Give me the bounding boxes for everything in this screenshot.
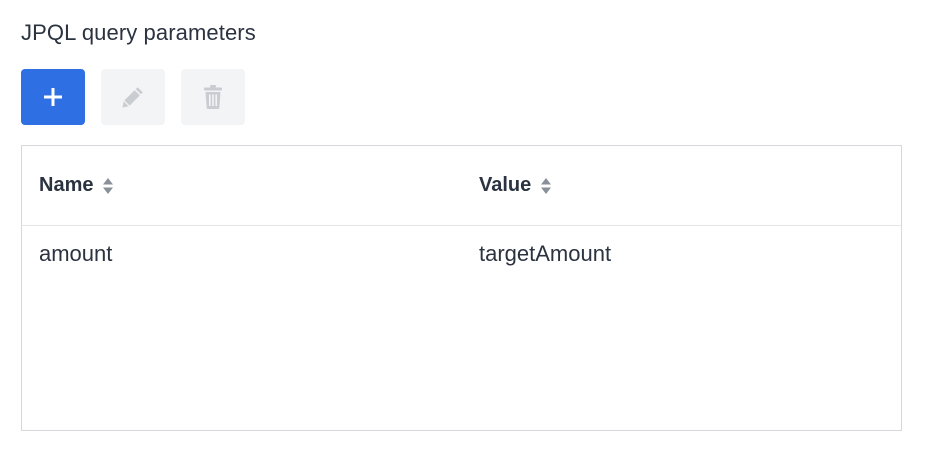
column-header-label: Value (479, 174, 532, 196)
parameters-table: Name Value amount targetAmount (21, 145, 902, 431)
cell-name: amount (39, 241, 113, 266)
column-header-label: Name (39, 174, 94, 196)
cell-value: targetAmount (479, 241, 612, 266)
toolbar (21, 69, 245, 125)
plus-icon (42, 86, 64, 108)
delete-button[interactable] (181, 69, 245, 125)
sort-icon[interactable] (102, 177, 114, 195)
table-row[interactable]: amount targetAmount (22, 226, 901, 282)
section-title: JPQL query parameters (21, 20, 256, 45)
sort-icon[interactable] (540, 177, 552, 195)
pencil-icon (120, 84, 146, 110)
table-header: Name Value (22, 146, 901, 226)
trash-icon (202, 84, 224, 110)
column-header-value[interactable]: Value (479, 146, 552, 225)
edit-button[interactable] (101, 69, 165, 125)
add-button[interactable] (21, 69, 85, 125)
column-header-name[interactable]: Name (39, 146, 114, 225)
